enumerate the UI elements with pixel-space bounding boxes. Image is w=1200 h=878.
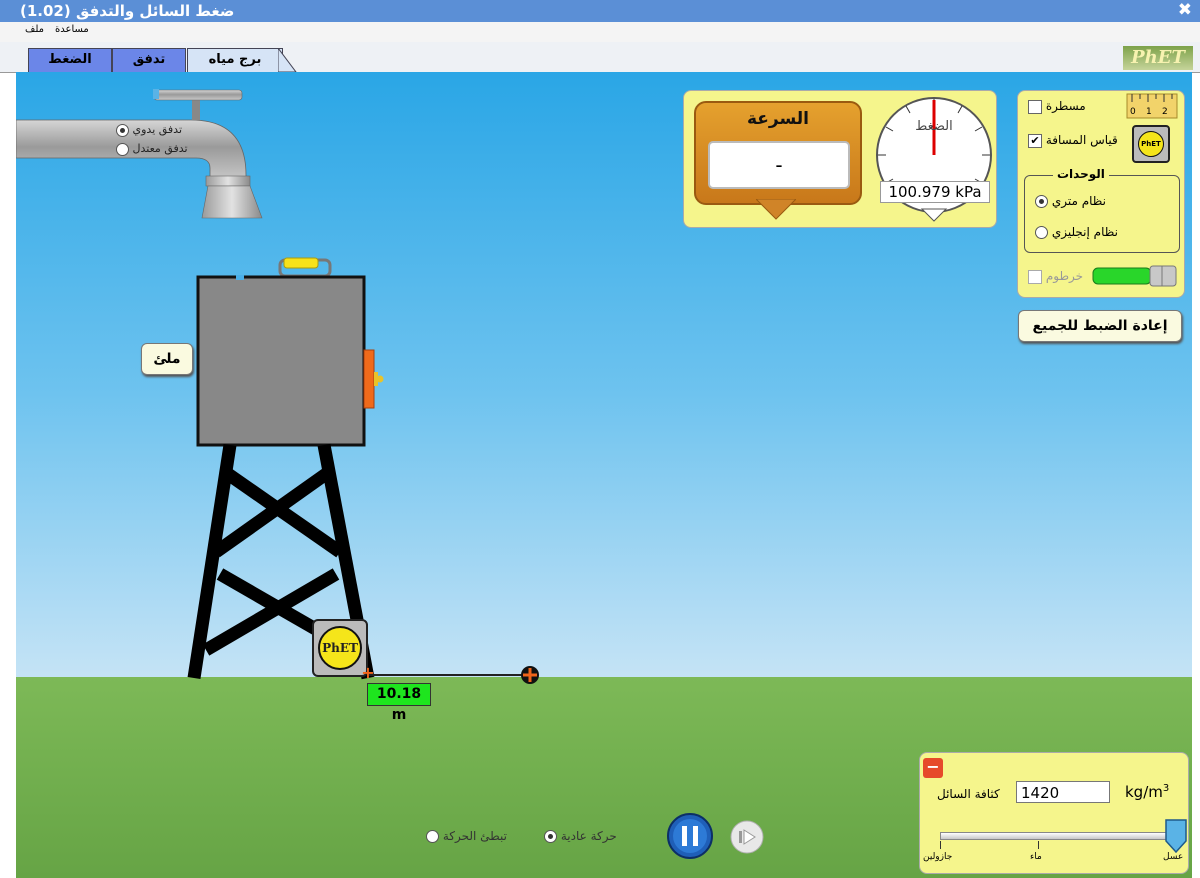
measuring-tape-icon[interactable]: PhET bbox=[1132, 125, 1170, 163]
matched-flow-radio[interactable] bbox=[116, 142, 129, 156]
pause-button[interactable] bbox=[666, 812, 714, 860]
hose-icon[interactable] bbox=[1092, 265, 1178, 287]
fluid-density-unit-base: kg/m bbox=[1125, 783, 1163, 801]
fluid-density-panel: − كثافة السائل 1420 kg/m3 جازولين ماء عس… bbox=[919, 752, 1189, 874]
fluid-density-slider-thumb[interactable] bbox=[1165, 819, 1187, 853]
units-title: الوحدات bbox=[1053, 167, 1109, 181]
step-forward-icon[interactable] bbox=[730, 820, 764, 854]
hose-checkbox[interactable] bbox=[1028, 269, 1042, 284]
pressure-value: 100.979 kPa bbox=[880, 181, 990, 203]
fluid-density-input[interactable]: 1420 bbox=[1016, 781, 1110, 803]
tab-pressure[interactable]: الضغط bbox=[28, 48, 112, 73]
slider-tick-gasoline bbox=[940, 841, 941, 849]
ruler-tick-1: 1 bbox=[1146, 107, 1152, 117]
matched-flow-option[interactable]: تدفق معتدل bbox=[116, 142, 188, 156]
hose-label: خرطوم bbox=[1045, 269, 1084, 283]
window-titlebar: (ضغط السائل والتدفق (1.02 ✖ bbox=[0, 0, 1200, 22]
menu-help[interactable]: مساعدة bbox=[55, 24, 89, 35]
ruler-tick-2: 2 bbox=[1162, 107, 1168, 117]
tape-line bbox=[368, 674, 528, 676]
ruler-tick-0: 0 bbox=[1130, 107, 1136, 117]
units-group: الوحدات نظام متري نظام إنجليزي bbox=[1024, 167, 1180, 253]
tick-water-label: ماء bbox=[1030, 852, 1042, 862]
slow-motion-label: تبطئ الحركة bbox=[442, 829, 507, 843]
menu-file[interactable]: ملف bbox=[25, 24, 44, 35]
speedometer[interactable]: السرعة - bbox=[694, 101, 862, 205]
english-radio[interactable] bbox=[1035, 226, 1048, 239]
tick-honey-label: عسل bbox=[1163, 852, 1184, 862]
fill-button[interactable]: ملئ bbox=[141, 343, 193, 375]
minimize-icon[interactable]: − bbox=[923, 758, 943, 778]
tab-flow[interactable]: تدفق bbox=[112, 48, 186, 73]
manual-flow-option[interactable]: تدفق يدوي bbox=[116, 123, 182, 137]
ruler-label: مسطرة bbox=[1045, 99, 1086, 113]
measuring-tape-checkbox[interactable]: ✔ bbox=[1028, 133, 1042, 148]
tab-water-tower[interactable]: برج مياه bbox=[187, 48, 283, 72]
fluid-density-label: كثافة السائل bbox=[937, 787, 1000, 801]
control-panel: مسطرة 0 1 2 ✔ قياس المسافة PhET الوحدات … bbox=[1017, 90, 1185, 298]
manual-flow-label: تدفق يدوي bbox=[132, 123, 183, 136]
slow-motion-radio[interactable] bbox=[426, 830, 439, 843]
normal-motion-label: حركة عادية bbox=[560, 829, 617, 843]
tape-reading: 10.18 m bbox=[367, 683, 431, 723]
matched-flow-label: تدفق معتدل bbox=[132, 142, 188, 155]
fluid-density-slider-track[interactable] bbox=[940, 832, 1178, 840]
slider-tick-water bbox=[1038, 841, 1039, 849]
window-title: (ضغط السائل والتدفق (1.02 bbox=[20, 2, 235, 20]
gauges-panel: السرعة - الضغط 100.979 kPa bbox=[683, 90, 997, 228]
measuring-tape-label: قياس المسافة bbox=[1045, 133, 1118, 147]
fluid-density-unit-power: 3 bbox=[1162, 783, 1170, 794]
normal-motion-radio[interactable] bbox=[544, 830, 557, 843]
reset-all-button[interactable]: إعادة الضبط للجميع bbox=[1018, 310, 1182, 342]
phet-logo: PhET bbox=[1123, 46, 1193, 70]
simulation-canvas: تدفق يدوي تدفق معتدل ملئ PhET + 10.18 m bbox=[16, 72, 1192, 878]
tab-corner-icon bbox=[278, 48, 297, 72]
ruler-icon[interactable]: 0 1 2 bbox=[1126, 93, 1178, 119]
manual-flow-radio[interactable] bbox=[116, 123, 129, 137]
tape-phet-badge: PhET bbox=[318, 626, 362, 670]
normal-motion-option[interactable]: حركة عادية bbox=[544, 829, 617, 843]
hose-option[interactable]: خرطوم bbox=[1028, 269, 1083, 284]
menu-bar: ملف مساعدة bbox=[0, 22, 1200, 42]
tape-start-crosshair-icon[interactable]: + bbox=[361, 665, 375, 681]
close-icon[interactable]: ✖ bbox=[1178, 0, 1192, 20]
slow-motion-option[interactable]: تبطئ الحركة bbox=[426, 829, 507, 843]
fluid-density-unit: kg/m3 bbox=[1125, 783, 1169, 801]
metric-option[interactable]: نظام متري bbox=[1035, 194, 1106, 208]
metric-label: نظام متري bbox=[1051, 194, 1106, 208]
ruler-option[interactable]: مسطرة bbox=[1028, 99, 1086, 114]
pressure-gauge-dial[interactable] bbox=[874, 95, 994, 223]
tape-body[interactable]: PhET bbox=[312, 619, 368, 677]
english-label: نظام إنجليزي bbox=[1051, 225, 1118, 239]
metric-radio[interactable] bbox=[1035, 195, 1048, 208]
speed-label: السرعة bbox=[746, 109, 809, 129]
measuring-tape-badge: PhET bbox=[1138, 131, 1164, 157]
tick-gasoline-label: جازولين bbox=[923, 852, 953, 862]
water-tower bbox=[187, 257, 384, 680]
speed-value: - bbox=[708, 141, 850, 189]
speed-probe-pointer-icon[interactable] bbox=[756, 199, 796, 221]
ruler-checkbox[interactable] bbox=[1028, 99, 1042, 114]
tab-bar: الضغط تدفق برج مياه PhET bbox=[0, 42, 1200, 73]
tape-end-crosshair-icon[interactable] bbox=[520, 665, 540, 685]
measuring-tape-option[interactable]: ✔ قياس المسافة bbox=[1028, 133, 1118, 148]
english-option[interactable]: نظام إنجليزي bbox=[1035, 225, 1118, 239]
pressure-label: الضغط bbox=[915, 119, 953, 134]
